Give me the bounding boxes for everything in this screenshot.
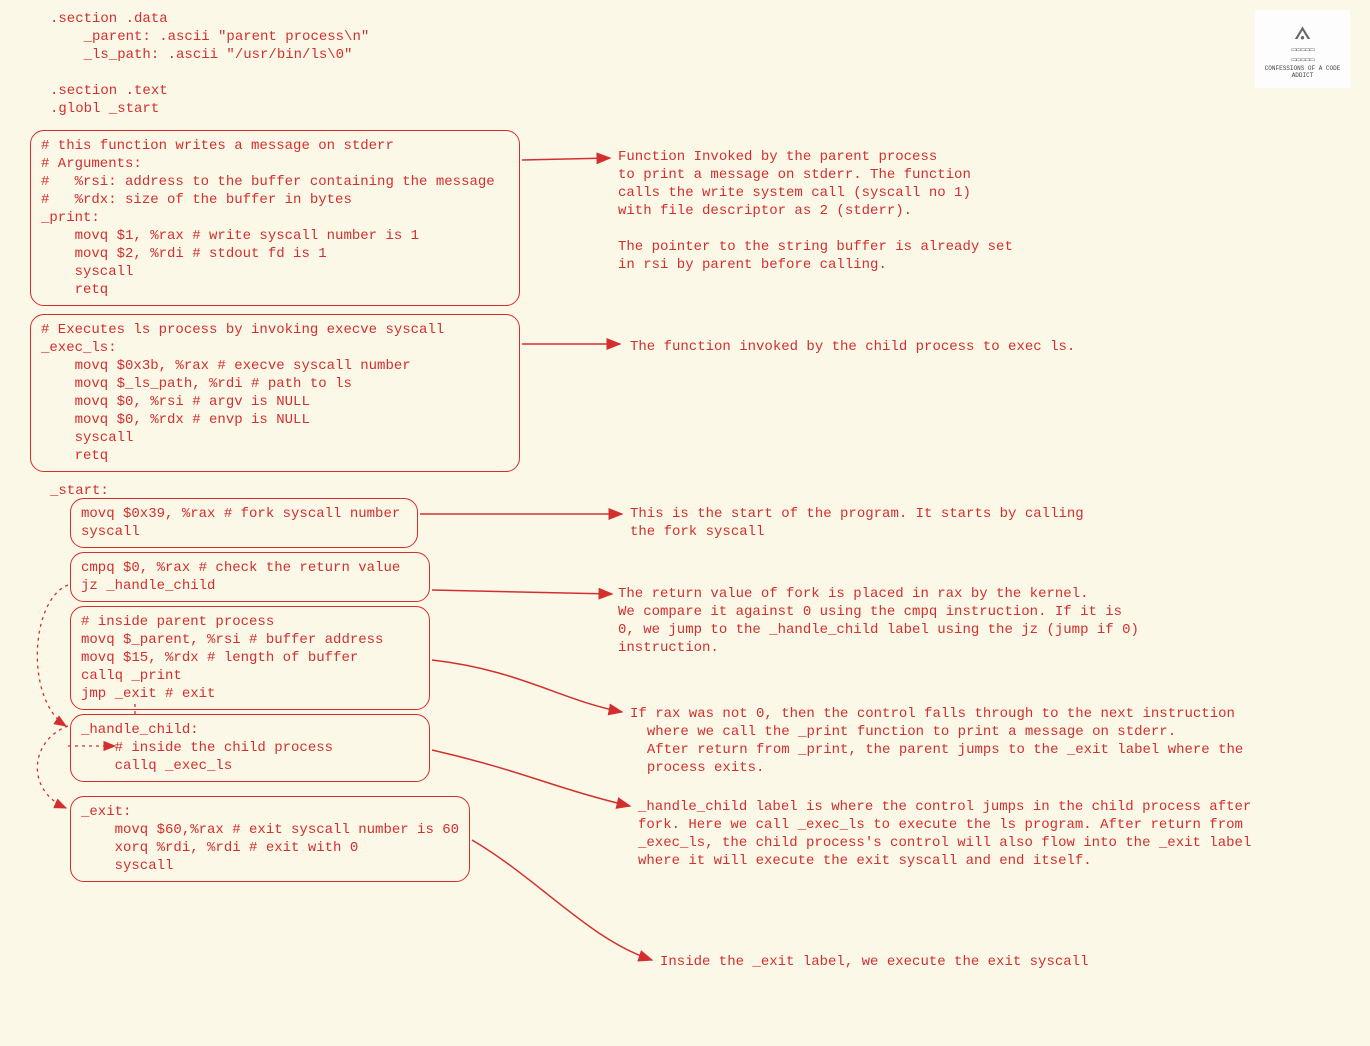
- exit-block-code: _exit: movq $60,%rax # exit syscall numb…: [81, 803, 459, 875]
- parent-branch-code: # inside parent process movq $_parent, %…: [81, 613, 419, 703]
- data-section-code: .section .data _parent: .ascii "parent p…: [50, 10, 369, 118]
- keyboard-icon: ▭▭▭▭▭▭▭▭▭▭: [1291, 45, 1313, 65]
- antenna-icon: ⟑: [1294, 19, 1311, 47]
- fork-call-code: movq $0x39, %rax # fork syscall number s…: [81, 505, 407, 541]
- print-function-box: # this function writes a message on stde…: [30, 130, 520, 306]
- fork-annotation: This is the start of the program. It sta…: [630, 505, 1084, 541]
- parent-annotation: If rax was not 0, then the control falls…: [630, 705, 1243, 777]
- cmp-annotation: The return value of fork is placed in ra…: [618, 585, 1139, 657]
- fork-call-box: movq $0x39, %rax # fork syscall number s…: [70, 498, 418, 548]
- child-branch-box: _handle_child: # inside the child proces…: [70, 714, 430, 782]
- parent-branch-box: # inside parent process movq $_parent, %…: [70, 606, 430, 710]
- cmp-check-code: cmpq $0, %rax # check the return value j…: [81, 559, 419, 595]
- child-branch-code: _handle_child: # inside the child proces…: [81, 721, 419, 775]
- exit-annotation: Inside the _exit label, we execute the e…: [660, 953, 1088, 971]
- exec-annotation: The function invoked by the child proces…: [630, 338, 1075, 356]
- print-function-code: # this function writes a message on stde…: [41, 137, 509, 299]
- brand-logo: ⟑ ▭▭▭▭▭▭▭▭▭▭ CONFESSIONS OF A CODE ADDIC…: [1255, 10, 1350, 88]
- cmp-check-box: cmpq $0, %rax # check the return value j…: [70, 552, 430, 602]
- child-annotation: _handle_child label is where the control…: [638, 798, 1251, 870]
- exit-block-box: _exit: movq $60,%rax # exit syscall numb…: [70, 796, 470, 882]
- logo-caption: CONFESSIONS OF A CODE ADDICT: [1255, 65, 1350, 79]
- exec-function-box: # Executes ls process by invoking execve…: [30, 314, 520, 472]
- exec-function-code: # Executes ls process by invoking execve…: [41, 321, 509, 465]
- print-annotation: Function Invoked by the parent process t…: [618, 148, 1013, 274]
